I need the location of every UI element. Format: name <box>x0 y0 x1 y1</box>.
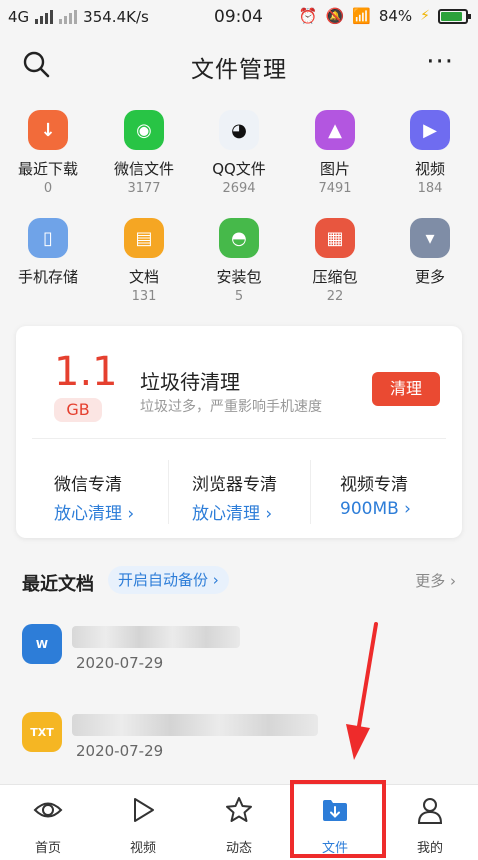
chevron-down-icon: ▾ <box>410 218 450 258</box>
tab-label: 我的 <box>416 841 443 856</box>
clean-button[interactable]: 清理 <box>372 372 440 406</box>
category-apk[interactable]: ◓ 安装包 5 <box>191 218 287 304</box>
category-count: 0 <box>43 181 53 196</box>
recent-docs-title: 最近文档 <box>22 574 94 595</box>
category-count: 131 <box>131 289 157 304</box>
divider <box>310 460 311 524</box>
eye-icon <box>33 802 63 818</box>
annotation-arrow-icon <box>346 622 378 760</box>
tab-video[interactable]: 视频 <box>103 795 183 856</box>
tab-label: 动态 <box>225 841 252 856</box>
doc-date: 2020-07-29 <box>76 742 164 760</box>
mute-icon: 🔕 <box>325 7 345 25</box>
junk-cleaner-card: 1.1 GB 垃圾待清理 垃圾过多，严重影响手机速度 清理 微信专清 放心清理 … <box>16 326 462 538</box>
category-videos[interactable]: ▶ 视频 184 <box>382 110 478 196</box>
video-clean-option[interactable]: 视频专清 900MB › <box>340 470 411 519</box>
word-doc-icon: W <box>22 624 62 664</box>
category-images[interactable]: ▲ 图片 7491 <box>287 110 383 196</box>
category-label: 安装包 <box>216 268 262 286</box>
category-archives[interactable]: ▦ 压缩包 22 <box>287 218 383 304</box>
more-menu-icon[interactable]: ··· <box>426 49 454 75</box>
status-bar: 4G 354.4K/s 09:04 ⏰ 🔕 📶 84% ⚡ <box>0 0 478 34</box>
network-speed: 354.4K/s <box>83 8 149 26</box>
android-icon: ◓ <box>219 218 259 258</box>
option-title: 浏览器专清 <box>192 475 277 495</box>
annotation-highlight-box <box>290 780 386 858</box>
alarm-icon: ⏰ <box>298 7 318 25</box>
divider <box>168 460 169 524</box>
tab-label: 首页 <box>34 841 61 856</box>
recent-docs-header: 最近文档 开启自动备份 › 更多 › <box>0 566 478 596</box>
junk-size-value: 1.1 <box>54 349 118 395</box>
category-count: 2694 <box>222 181 256 196</box>
category-count: 3177 <box>127 181 161 196</box>
category-documents[interactable]: ▤ 文档 131 <box>96 218 192 304</box>
option-action: 放心清理 › <box>192 504 273 524</box>
document-icon: ▤ <box>124 218 164 258</box>
category-count: 7491 <box>318 181 352 196</box>
battery-percent: 84% <box>378 7 413 25</box>
play-icon <box>134 798 154 822</box>
more-docs-link[interactable]: 更多 › <box>415 570 456 591</box>
category-label: 手机存储 <box>17 268 78 286</box>
option-title: 微信专清 <box>54 475 122 495</box>
txt-doc-icon: TXT <box>22 712 62 752</box>
divider <box>32 438 446 439</box>
category-label: 视频 <box>414 160 445 178</box>
doc-date: 2020-07-29 <box>76 654 164 672</box>
blurred-filename <box>72 714 318 736</box>
category-wechat-files[interactable]: ◉ 微信文件 3177 <box>96 110 192 196</box>
star-icon <box>226 797 252 822</box>
category-label: 压缩包 <box>312 268 358 286</box>
charging-icon: ⚡ <box>420 8 430 24</box>
junk-size-unit: GB <box>54 398 102 422</box>
list-item[interactable]: TXT 2020-07-29 <box>0 708 478 778</box>
category-count: 5 <box>234 289 244 304</box>
list-item[interactable]: W 2020-07-29 <box>0 620 478 690</box>
signal-icon <box>35 10 54 24</box>
category-label: 图片 <box>319 160 350 178</box>
clock: 09:04 <box>214 7 263 27</box>
option-title: 视频专清 <box>340 475 408 495</box>
app-header: 文件管理 ··· <box>0 38 478 92</box>
phone-storage-icon: ▯ <box>28 218 68 258</box>
category-qq-files[interactable]: ◕ QQ文件 2694 <box>191 110 287 196</box>
qq-penguin-icon: ◕ <box>219 110 259 150</box>
junk-subtitle: 垃圾过多，严重影响手机速度 <box>140 399 322 415</box>
user-icon <box>417 798 443 824</box>
auto-backup-button[interactable]: 开启自动备份 › <box>108 566 229 594</box>
junk-title: 垃圾待清理 <box>140 370 240 394</box>
download-icon: ↓ <box>28 110 68 150</box>
category-recent-downloads[interactable]: ↓ 最近下载 0 <box>0 110 96 196</box>
bottom-tab-bar: 首页 视频 动态 文件 我的 <box>0 784 478 860</box>
option-action: 放心清理 › <box>54 504 135 524</box>
category-phone-storage[interactable]: ▯ 手机存储 <box>0 218 96 289</box>
category-label: 更多 <box>414 268 445 286</box>
wifi-icon: 📶 <box>352 7 371 25</box>
page-title: 文件管理 <box>191 57 287 83</box>
signal-2-icon <box>59 10 78 24</box>
option-action: 900MB › <box>340 499 411 519</box>
tab-feed[interactable]: 动态 <box>199 795 279 856</box>
category-label: 微信文件 <box>113 160 174 178</box>
category-more[interactable]: ▾ 更多 <box>382 218 478 289</box>
network-type: 4G <box>8 8 30 26</box>
wechat-clean-option[interactable]: 微信专清 放心清理 › <box>54 470 134 524</box>
blurred-filename <box>72 626 240 648</box>
category-count: 22 <box>326 289 344 304</box>
category-count: 184 <box>417 181 443 196</box>
wechat-icon: ◉ <box>124 110 164 150</box>
tab-home[interactable]: 首页 <box>8 795 88 856</box>
battery-icon <box>438 8 471 24</box>
tab-label: 视频 <box>129 841 156 856</box>
browser-clean-option[interactable]: 浏览器专清 放心清理 › <box>192 470 277 524</box>
category-label: 文档 <box>128 268 159 286</box>
category-label: QQ文件 <box>212 160 266 178</box>
category-label: 最近下载 <box>17 160 78 178</box>
video-icon: ▶ <box>410 110 450 150</box>
zip-icon: ▦ <box>315 218 355 258</box>
tab-profile[interactable]: 我的 <box>390 795 470 856</box>
image-icon: ▲ <box>315 110 355 150</box>
